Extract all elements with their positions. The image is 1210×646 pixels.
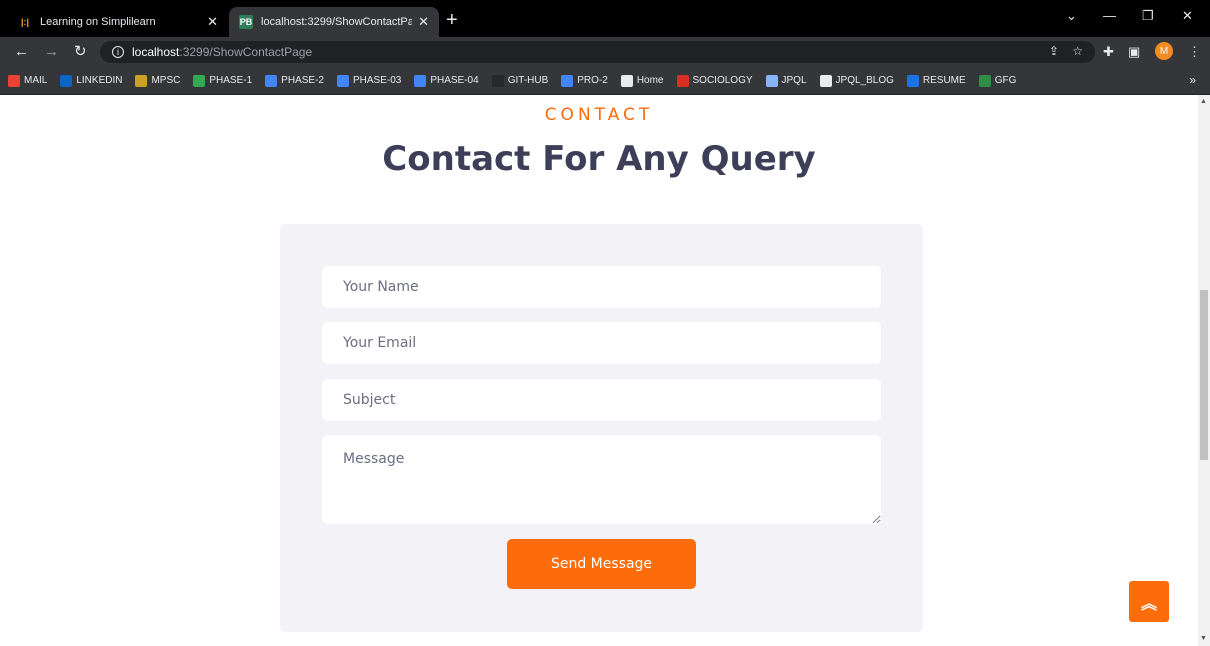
extensions-icon[interactable]: ✚: [1103, 44, 1114, 60]
restore-icon[interactable]: ❐: [1142, 8, 1154, 24]
email-input[interactable]: [322, 322, 881, 364]
drive-icon: [193, 74, 206, 87]
bookmark-label: Home: [636, 75, 664, 86]
send-message-button[interactable]: Send Message: [507, 539, 696, 589]
page-title: Contact For Any Query: [382, 139, 816, 179]
section-eyebrow: CONTACT: [544, 105, 654, 125]
subject-input[interactable]: [322, 379, 881, 421]
bookmark-sociology[interactable]: SOCIOLOGY: [676, 74, 753, 87]
bookmark-label: RESUME: [922, 75, 966, 86]
message-textarea[interactable]: [322, 435, 881, 524]
scroll-down-icon[interactable]: ▼: [1200, 635, 1207, 642]
star-icon[interactable]: ☆: [1072, 44, 1083, 58]
docs-icon: [336, 74, 349, 87]
bookmark-label: GIT-HUB: [507, 75, 549, 86]
bookmark-label: JPQL: [781, 75, 807, 86]
globe-icon: [819, 74, 832, 87]
contact-form: Send Message: [280, 224, 923, 632]
new-tab-icon[interactable]: +: [446, 9, 458, 31]
bookmark-phase-1[interactable]: PHASE-1: [193, 74, 253, 87]
close-icon[interactable]: ✕: [207, 14, 218, 30]
globe-icon: [620, 74, 633, 87]
tab-simplilearn[interactable]: |:| Learning on Simplilearn ✕: [8, 7, 228, 37]
bookmark-label: PHASE-2: [281, 75, 324, 86]
reload-icon[interactable]: ↻: [74, 42, 87, 62]
browser-titlebar: |:| Learning on Simplilearn ✕ PB localho…: [0, 0, 1210, 37]
double-chevron-up-icon: ︽: [1140, 595, 1157, 613]
bookmark-linkedin[interactable]: LINKEDIN: [60, 74, 123, 87]
sociology-icon: [676, 74, 689, 87]
bookmark-resume[interactable]: RESUME: [906, 74, 966, 87]
linkedin-icon: [60, 74, 73, 87]
bookmark-label: PHASE-04: [430, 75, 479, 86]
bookmark-label: MPSC: [151, 75, 181, 86]
tab-title: Learning on Simplilearn: [40, 16, 156, 28]
more-bookmarks-icon[interactable]: »: [1189, 73, 1196, 87]
scroll-thumb[interactable]: [1200, 290, 1208, 460]
window-close-icon[interactable]: ✕: [1182, 8, 1193, 24]
bookmark-label: MAIL: [24, 75, 48, 86]
bookmark-jpql[interactable]: JPQL: [765, 74, 807, 87]
jpql-icon: [765, 74, 778, 87]
minimize-icon[interactable]: —: [1103, 8, 1116, 23]
bookmark-label: JPQL_BLOG: [835, 75, 894, 86]
novoresume-icon: [906, 74, 919, 87]
bookmark-label: PHASE-03: [352, 75, 402, 86]
docs-icon: [561, 74, 574, 87]
bookmark-label: SOCIOLOGY: [692, 75, 753, 86]
side-panel-icon[interactable]: ▣: [1128, 44, 1140, 60]
gfg-icon: [978, 74, 991, 87]
emblem-icon: [135, 74, 148, 87]
url-host: localhost: [132, 45, 180, 59]
url-path: :3299/ShowContactPage: [179, 45, 313, 59]
bookmark-phase-2[interactable]: PHASE-2: [265, 74, 324, 87]
bookmark-label: PRO-2: [577, 75, 608, 86]
menu-icon[interactable]: ⋮: [1188, 44, 1201, 60]
bookmark-mail[interactable]: MAIL: [8, 74, 48, 87]
tab-search-icon[interactable]: ⌄: [1066, 8, 1077, 24]
bookmark-gfg[interactable]: GFG: [978, 74, 1017, 87]
back-to-top-button[interactable]: ︽: [1129, 581, 1169, 622]
page-scrollbar[interactable]: ▲ ▼: [1198, 95, 1210, 646]
site-info-icon[interactable]: i: [112, 46, 124, 58]
scroll-up-icon[interactable]: ▲: [1200, 98, 1207, 105]
page-viewport: CONTACT Contact For Any Query Send Messa…: [0, 95, 1198, 646]
browser-toolbar: ← → ↻ i localhost:3299/ShowContactPage ⇪…: [0, 37, 1210, 67]
bookmark-label: PHASE-1: [209, 75, 253, 86]
close-icon[interactable]: ✕: [418, 14, 429, 30]
pb-icon: PB: [239, 15, 253, 29]
gmail-icon: [8, 74, 20, 87]
bookmarks-bar: MAIL LINKEDIN MPSC PHASE-1 PHASE-2 PHASE-03 PH…: [0, 67, 1210, 95]
forward-arrow-icon[interactable]: →: [44, 42, 59, 62]
bookmark-home[interactable]: Home: [620, 74, 664, 87]
tab-contact-page[interactable]: PB localhost:3299/ShowContactPage ✕: [229, 7, 439, 37]
simplilearn-icon: |:|: [20, 17, 30, 27]
bookmark-phase-03[interactable]: PHASE-03: [336, 74, 402, 87]
bookmark-git-hub[interactable]: GIT-HUB: [491, 74, 549, 87]
tab-title: localhost:3299/ShowContactPage: [261, 16, 413, 28]
docs-icon: [414, 74, 427, 87]
bookmark-jpql-blog[interactable]: JPQL_BLOG: [819, 74, 894, 87]
docs-icon: [265, 74, 278, 87]
bookmark-phase-04[interactable]: PHASE-04: [414, 74, 479, 87]
github-icon: [491, 74, 504, 87]
bookmark-pro-2[interactable]: PRO-2: [561, 74, 608, 87]
name-input[interactable]: [322, 266, 881, 308]
back-arrow-icon[interactable]: ←: [14, 42, 29, 62]
bookmark-mpsc[interactable]: MPSC: [135, 74, 181, 87]
bookmark-label: GFG: [994, 75, 1017, 86]
bookmark-label: LINKEDIN: [76, 75, 123, 86]
address-bar[interactable]: i localhost:3299/ShowContactPage ⇪ ☆: [100, 41, 1095, 63]
avatar[interactable]: M: [1155, 42, 1173, 60]
share-icon[interactable]: ⇪: [1049, 44, 1059, 58]
